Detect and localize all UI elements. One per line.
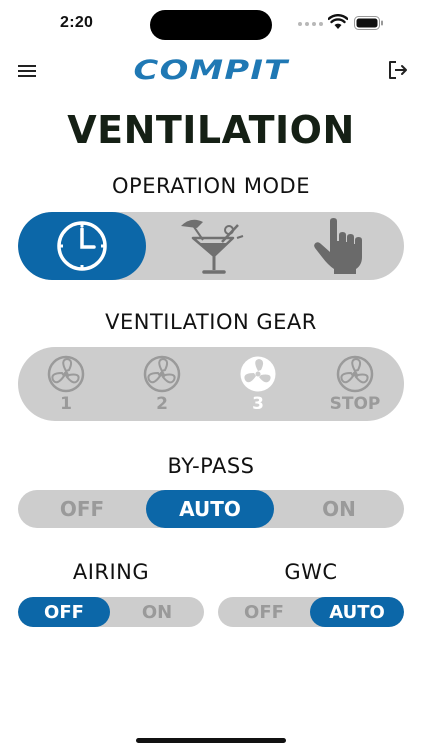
- by-pass-option-auto[interactable]: AUTO: [146, 490, 274, 528]
- status-time: 2:20: [60, 14, 94, 31]
- mode-option-party[interactable]: [148, 212, 276, 280]
- airing-option-off[interactable]: OFF: [18, 597, 110, 627]
- airing-label: AIRING: [72, 560, 150, 584]
- home-indicator[interactable]: [136, 738, 286, 743]
- airing-option-on[interactable]: ON: [110, 597, 204, 627]
- battery-icon: [354, 16, 383, 30]
- dynamic-island: [150, 10, 272, 40]
- wifi-icon: [328, 14, 348, 29]
- by-pass-selector: OFF AUTO ON: [18, 490, 404, 528]
- gwc-option-auto[interactable]: AUTO: [310, 597, 404, 627]
- cellular-signal-icon: [298, 22, 323, 26]
- by-pass-label: BY-PASS: [167, 454, 255, 478]
- ventilation-gear-selector: 1 2 3 STOP: [18, 347, 404, 421]
- gwc-toggle: OFF AUTO: [218, 597, 404, 627]
- operation-mode-label: OPERATION MODE: [112, 174, 310, 198]
- gear-option-stop[interactable]: STOP: [306, 347, 404, 421]
- gear-option-1[interactable]: 1: [18, 347, 114, 421]
- status-bar: 2:20: [0, 0, 422, 46]
- gear-option-label: 3: [252, 394, 264, 414]
- fan-icon: [240, 356, 276, 392]
- app-header: COMPIT: [0, 54, 422, 90]
- gear-option-3[interactable]: 3: [210, 347, 306, 421]
- logout-icon[interactable]: [386, 58, 410, 82]
- mode-option-manual[interactable]: [276, 212, 404, 280]
- fan-icon: [143, 355, 181, 393]
- page-title: VENTILATION: [67, 108, 355, 152]
- gear-option-label: 2: [156, 394, 168, 414]
- fan-icon: [47, 355, 85, 393]
- gwc-label: GWC: [284, 560, 338, 584]
- gear-option-label: STOP: [329, 394, 381, 414]
- fan-icon: [336, 355, 374, 393]
- by-pass-option-on[interactable]: ON: [274, 490, 404, 528]
- mode-option-schedule[interactable]: [18, 212, 146, 280]
- gear-option-2[interactable]: 2: [114, 347, 210, 421]
- airing-toggle: OFF ON: [18, 597, 204, 627]
- operation-mode-selector: [18, 212, 404, 280]
- hand-pointer-icon: [314, 218, 362, 274]
- by-pass-option-off[interactable]: OFF: [18, 490, 146, 528]
- cocktail-icon: [181, 219, 244, 274]
- ventilation-gear-label: VENTILATION GEAR: [105, 310, 317, 334]
- clock-icon: [57, 221, 107, 271]
- gwc-option-off[interactable]: OFF: [218, 597, 310, 627]
- gear-option-label: 1: [60, 394, 72, 414]
- hamburger-menu-icon[interactable]: [16, 60, 40, 82]
- compit-logo: COMPIT: [133, 55, 289, 86]
